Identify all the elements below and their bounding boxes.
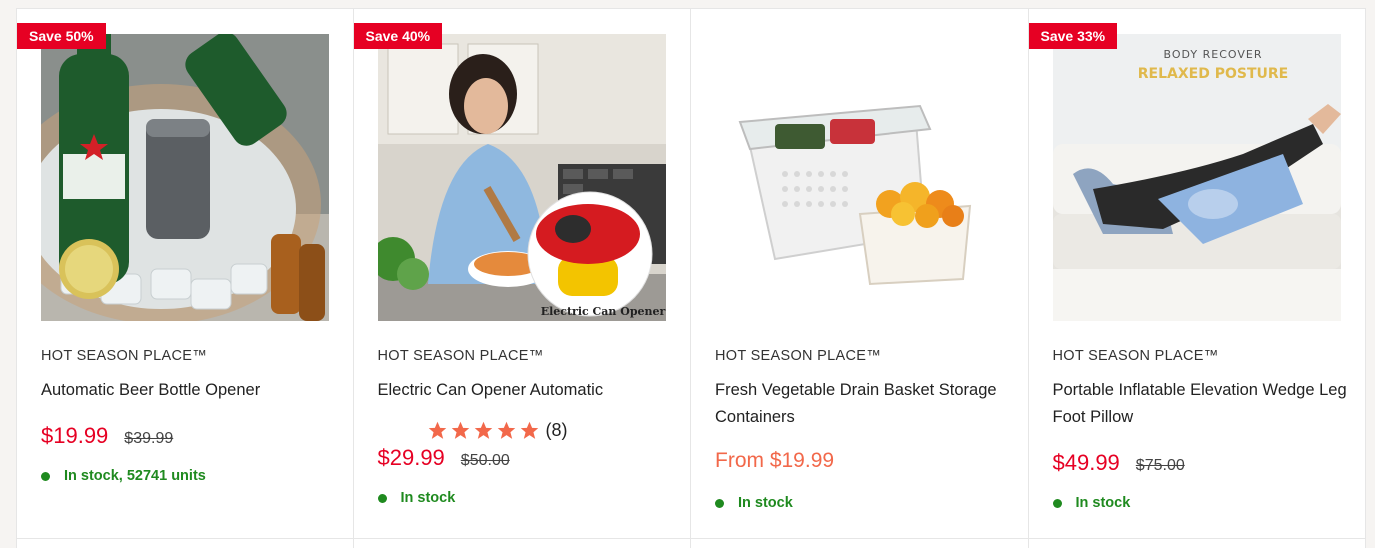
price-row: $49.99 $75.00	[1053, 450, 1185, 476]
in-stock-dot-icon	[715, 498, 724, 508]
stock-status: In stock	[377, 490, 456, 506]
stock-status: In stock, 52741 units	[41, 468, 206, 484]
star-icon	[497, 421, 515, 439]
image-text-body-recover: BODY RECOVER	[1163, 48, 1262, 61]
product-title[interactable]: Portable Inflatable Elevation Wedge Leg …	[1053, 377, 1348, 431]
compare-price: $75.00	[1135, 457, 1185, 474]
star-icon	[451, 421, 469, 439]
price-row: From $19.99	[715, 449, 834, 473]
stock-text: In stock	[738, 495, 793, 511]
star-rating[interactable]: (8)	[427, 420, 568, 441]
compare-price: $39.99	[124, 430, 174, 447]
image-text-relaxed-posture: RELAXED POSTURE	[1137, 66, 1287, 82]
product-title[interactable]: Automatic Beer Bottle Opener	[41, 377, 336, 404]
product-card[interactable]: Save 33% BODY RECOVER RELAXED POSTURE HO…	[1028, 9, 1366, 548]
product-image[interactable]	[41, 34, 329, 321]
stock-status: In stock	[715, 495, 793, 511]
stock-text: In stock	[1075, 495, 1131, 511]
compare-price: $50.00	[460, 452, 510, 469]
product-card[interactable]: Save 50% HOT SEASON PLACE™ Automatic Bee…	[16, 9, 354, 548]
product-title[interactable]: Fresh Vegetable Drain Basket Storage Con…	[715, 377, 1010, 431]
image-caption: Electric Can Opener	[540, 305, 665, 318]
sale-price: $49.99	[1052, 450, 1120, 475]
star-icon	[520, 421, 538, 439]
sale-price: $29.99	[377, 445, 445, 470]
sale-price: $19.99	[41, 423, 109, 448]
vendor-name[interactable]: HOT SEASON PLACE™	[715, 348, 881, 364]
star-icon	[428, 421, 446, 439]
rating-count: (8)	[545, 420, 568, 440]
in-stock-dot-icon	[41, 471, 50, 481]
product-image[interactable]: BODY RECOVER RELAXED POSTURE	[1052, 34, 1341, 321]
stock-status: In stock	[1052, 495, 1131, 511]
product-image[interactable]: Electric Can Opener	[377, 34, 666, 321]
from-price: From $19.99	[715, 449, 835, 472]
sale-badge: Save 40%	[353, 23, 443, 49]
product-image[interactable]	[715, 34, 1003, 321]
stock-text: In stock, 52741 units	[64, 468, 206, 484]
star-icon	[474, 421, 492, 439]
grid-bottom-border	[16, 538, 1366, 539]
in-stock-dot-icon	[377, 493, 387, 503]
sale-badge: Save 50%	[17, 23, 106, 49]
vendor-name[interactable]: HOT SEASON PLACE™	[1053, 348, 1219, 364]
product-card[interactable]: Save 40% Electric Can Opener HOT SEASON …	[353, 9, 691, 548]
stock-text: In stock	[400, 490, 456, 506]
in-stock-dot-icon	[1052, 498, 1062, 508]
vendor-name[interactable]: HOT SEASON PLACE™	[41, 348, 207, 364]
product-card[interactable]: HOT SEASON PLACE™ Fresh Vegetable Drain …	[691, 9, 1029, 548]
product-grid: Save 50% HOT SEASON PLACE™ Automatic Bee…	[16, 8, 1366, 548]
price-row: $19.99 $39.99	[41, 423, 173, 449]
price-row: $29.99 $50.00	[378, 445, 510, 471]
sale-badge: Save 33%	[1028, 23, 1118, 49]
product-title[interactable]: Electric Can Opener Automatic	[378, 377, 673, 404]
vendor-name[interactable]: HOT SEASON PLACE™	[378, 348, 544, 364]
